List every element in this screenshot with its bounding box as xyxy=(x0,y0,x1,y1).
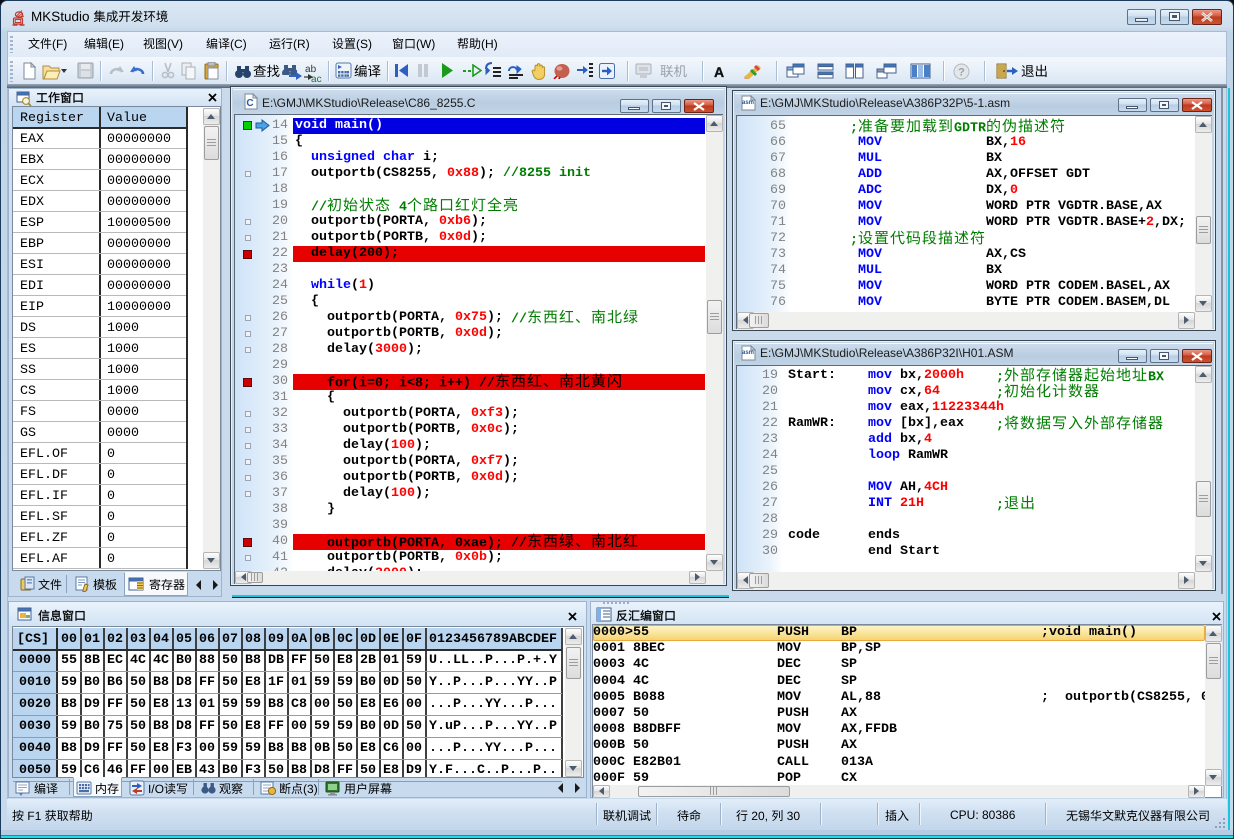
svg-text:asm: asm xyxy=(742,350,754,356)
svg-text:?: ? xyxy=(958,67,965,79)
svg-text:C: C xyxy=(246,98,253,109)
svg-text:asm: asm xyxy=(742,100,754,106)
